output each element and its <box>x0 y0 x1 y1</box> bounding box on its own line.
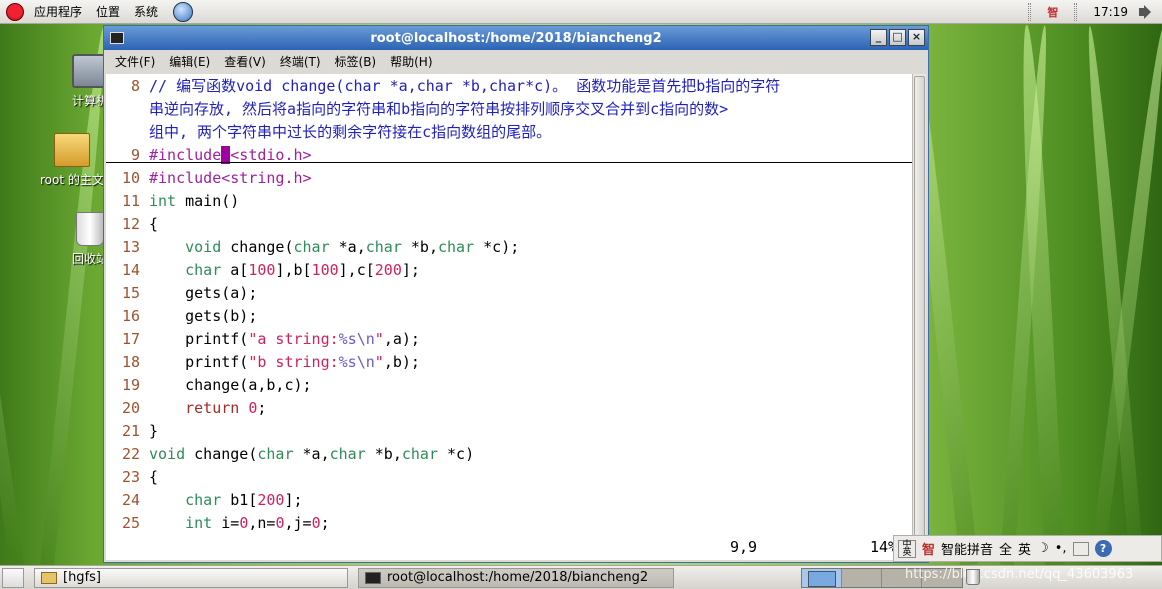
trash-applet-icon[interactable] <box>966 569 980 585</box>
watermark: https://blog.csdn.net/qq_43603963 <box>905 567 1134 582</box>
menu-help[interactable]: 帮助(H) <box>383 53 439 70</box>
terminal-window: root@localhost:/home/2018/biancheng2 _ □… <box>103 25 929 563</box>
browser-launcher-icon[interactable] <box>173 1 194 22</box>
taskbar-item-terminal[interactable]: root@localhost:/home/2018/biancheng2 <box>358 567 674 588</box>
maximize-button[interactable]: □ <box>889 29 906 46</box>
code-line: 23{ <box>121 468 159 486</box>
vertical-scrollbar[interactable] <box>912 74 926 560</box>
menu-file[interactable]: 文件(F) <box>108 53 162 70</box>
window-divider <box>106 162 912 163</box>
ime-moon-icon[interactable]: ☽ <box>1037 541 1049 556</box>
menu-applications[interactable]: 应用程序 <box>27 0 89 24</box>
scrollbar-thumb[interactable] <box>914 76 925 558</box>
bottom-panel: [hgfs] root@localhost:/home/2018/bianche… <box>0 565 1162 589</box>
ime-language-toggle[interactable]: 英 <box>1018 539 1031 558</box>
code-line: 12{ <box>121 215 159 233</box>
ime-fullwidth-toggle[interactable]: 全 <box>999 539 1012 558</box>
code-line: 17 printf("a string:%s\n",a); <box>121 330 420 348</box>
desktop-icon-label: root 的主文件夹 <box>40 173 104 187</box>
panel-grip-2 <box>1074 3 1078 21</box>
panel-grip <box>1028 3 1032 21</box>
folder-icon <box>41 571 57 584</box>
code-line: 25 int i=0,n=0,j=0; <box>121 514 330 532</box>
ime-name[interactable]: 智能拼音 <box>941 539 993 558</box>
code-line: 15 gets(a); <box>121 284 258 302</box>
code-line: 18 printf("b string:%s\n",b); <box>121 353 420 371</box>
desktop-icon-home[interactable]: root 的主文件夹 <box>40 133 104 188</box>
code-line: 24 char b1[200]; <box>121 491 303 509</box>
trash-icon <box>76 212 104 246</box>
terminal-icon <box>365 571 381 584</box>
clock[interactable]: 17:19 <box>1093 5 1128 19</box>
ime-toolbar: 中英 智 智能拼音 全 英 ☽ •, ? <box>893 535 1162 562</box>
code-line: 20 return 0; <box>121 399 267 417</box>
window-titlebar[interactable]: root@localhost:/home/2018/biancheng2 _ □… <box>104 26 928 50</box>
terminal-icon[interactable] <box>110 32 124 44</box>
window-title: root@localhost:/home/2018/biancheng2 <box>370 30 662 46</box>
menu-terminal[interactable]: 终端(T) <box>273 53 328 70</box>
menu-tabs[interactable]: 标签(B) <box>328 53 384 70</box>
ime-status-icon[interactable]: 智 <box>1047 4 1058 20</box>
redhat-logo-icon[interactable] <box>6 2 24 21</box>
minimize-button[interactable]: _ <box>870 29 887 46</box>
code-line: 19 change(a,b,c); <box>121 376 312 394</box>
workspace-1[interactable] <box>802 569 842 587</box>
top-panel: 应用程序 位置 系统 智 17:19 <box>0 0 1162 24</box>
volume-icon[interactable] <box>1138 4 1156 20</box>
code-line: 9 #include<<stdio.h> <box>130 146 312 164</box>
close-button[interactable]: × <box>908 29 925 46</box>
home-folder-icon <box>54 133 90 167</box>
taskbar-item-label: [hgfs] <box>63 570 101 585</box>
vim-status-line: 9,9 14% <box>106 536 912 559</box>
ime-help-icon[interactable]: ? <box>1094 540 1112 557</box>
code-line: 11 int main() <box>121 192 240 210</box>
taskbar-item-hgfs[interactable]: [hgfs] <box>34 567 348 588</box>
menu-system[interactable]: 系统 <box>127 0 165 24</box>
code-line: 21} <box>121 422 159 440</box>
taskbar-item-label: root@localhost:/home/2018/biancheng2 <box>387 570 649 585</box>
show-desktop-icon[interactable] <box>2 567 24 588</box>
code-line: 22 void change(char *a,char *b,char *c) <box>121 445 475 463</box>
code-line-wrap: 组中, 两个字符串中过长的剩余字符接在c指向数组的尾部。 <box>149 123 552 141</box>
code-line: 13 void change(char *a,char *b,char *c); <box>121 238 520 256</box>
ime-logo-icon: 智 <box>922 543 936 558</box>
ime-punctuation-toggle[interactable]: •, <box>1055 541 1067 556</box>
code-line: 14 char a[100],b[100],c[200]; <box>121 261 420 279</box>
code-line: 10 #include<string.h> <box>121 169 312 187</box>
code-line: 16 gets(b); <box>121 307 258 325</box>
cursor-position: 9,9 <box>730 538 758 556</box>
ime-keyboard-icon[interactable] <box>1072 541 1089 556</box>
menu-edit[interactable]: 编辑(E) <box>162 53 217 70</box>
vim-editor[interactable]: 8// 编写函数void change(char *a,char *b,char… <box>106 74 912 560</box>
ime-mode-toggle[interactable]: 中英 <box>898 539 916 558</box>
code-line-wrap: 串逆向存放, 然后将a指向的字符串和b指向的字符串按排列顺序交叉合并到c指向的数… <box>149 100 729 118</box>
menu-view[interactable]: 查看(V) <box>217 53 273 70</box>
menu-places[interactable]: 位置 <box>89 0 127 24</box>
code-line: 8// 编写函数void change(char *a,char *b,char… <box>130 77 781 95</box>
workspace-2[interactable] <box>842 569 882 587</box>
terminal-menubar: 文件(F) 编辑(E) 查看(V) 终端(T) 标签(B) 帮助(H) <box>104 50 928 72</box>
